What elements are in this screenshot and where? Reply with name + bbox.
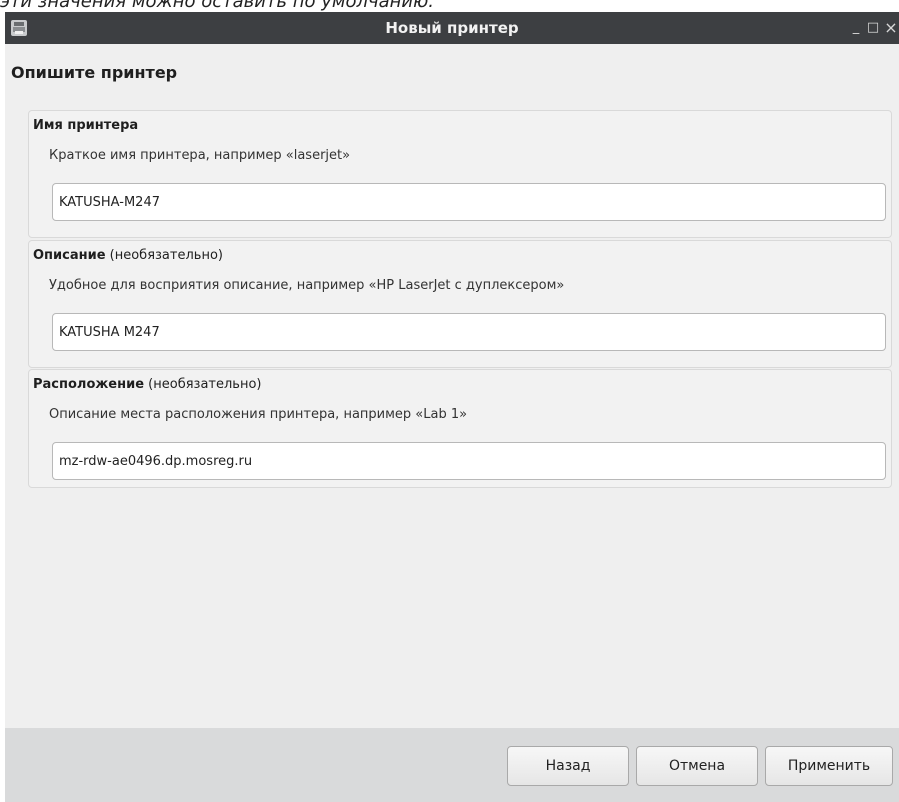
printer-name-input[interactable] [52, 183, 886, 221]
page-heading: Опишите принтер [11, 63, 178, 82]
location-group: Расположение (необязательно) Описание ме… [28, 369, 892, 488]
printer-name-group: Имя принтера Краткое имя принтера, напри… [28, 110, 892, 238]
window-title: Новый принтер [385, 19, 519, 37]
description-input[interactable] [52, 313, 886, 351]
location-label: Расположение (необязательно) [33, 377, 262, 392]
description-hint: Удобное для восприятия описание, наприме… [49, 278, 565, 293]
apply-button[interactable]: Применить [765, 746, 893, 786]
close-icon[interactable]: × [882, 19, 899, 37]
maximize-icon[interactable]: □ [864, 19, 882, 37]
description-title: Описание [33, 248, 106, 263]
button-bar: Назад Отмена Применить [5, 728, 899, 802]
printer-name-label: Имя принтера [33, 118, 138, 133]
caption-text: эти значения можно оставить по умолчанию… [0, 0, 434, 12]
description-label: Описание (необязательно) [33, 248, 223, 263]
location-title: Расположение [33, 377, 145, 392]
description-group: Описание (необязательно) Удобное для вос… [28, 240, 892, 368]
location-optional: (необязательно) [144, 377, 262, 392]
description-optional: (необязательно) [105, 248, 223, 263]
title-bar[interactable]: Новый принтер _ □ × [5, 12, 899, 44]
cancel-button[interactable]: Отмена [636, 746, 758, 786]
minimize-icon[interactable]: _ [847, 19, 865, 37]
back-button[interactable]: Назад [507, 746, 629, 786]
printer-name-hint: Краткое имя принтера, например «laserjet… [49, 148, 351, 163]
printer-name-title: Имя принтера [33, 118, 139, 133]
new-printer-dialog: Новый принтер _ □ × Опишите принтер Имя … [5, 12, 899, 802]
location-hint: Описание места расположения принтера, на… [49, 407, 468, 422]
location-input[interactable] [52, 442, 886, 480]
